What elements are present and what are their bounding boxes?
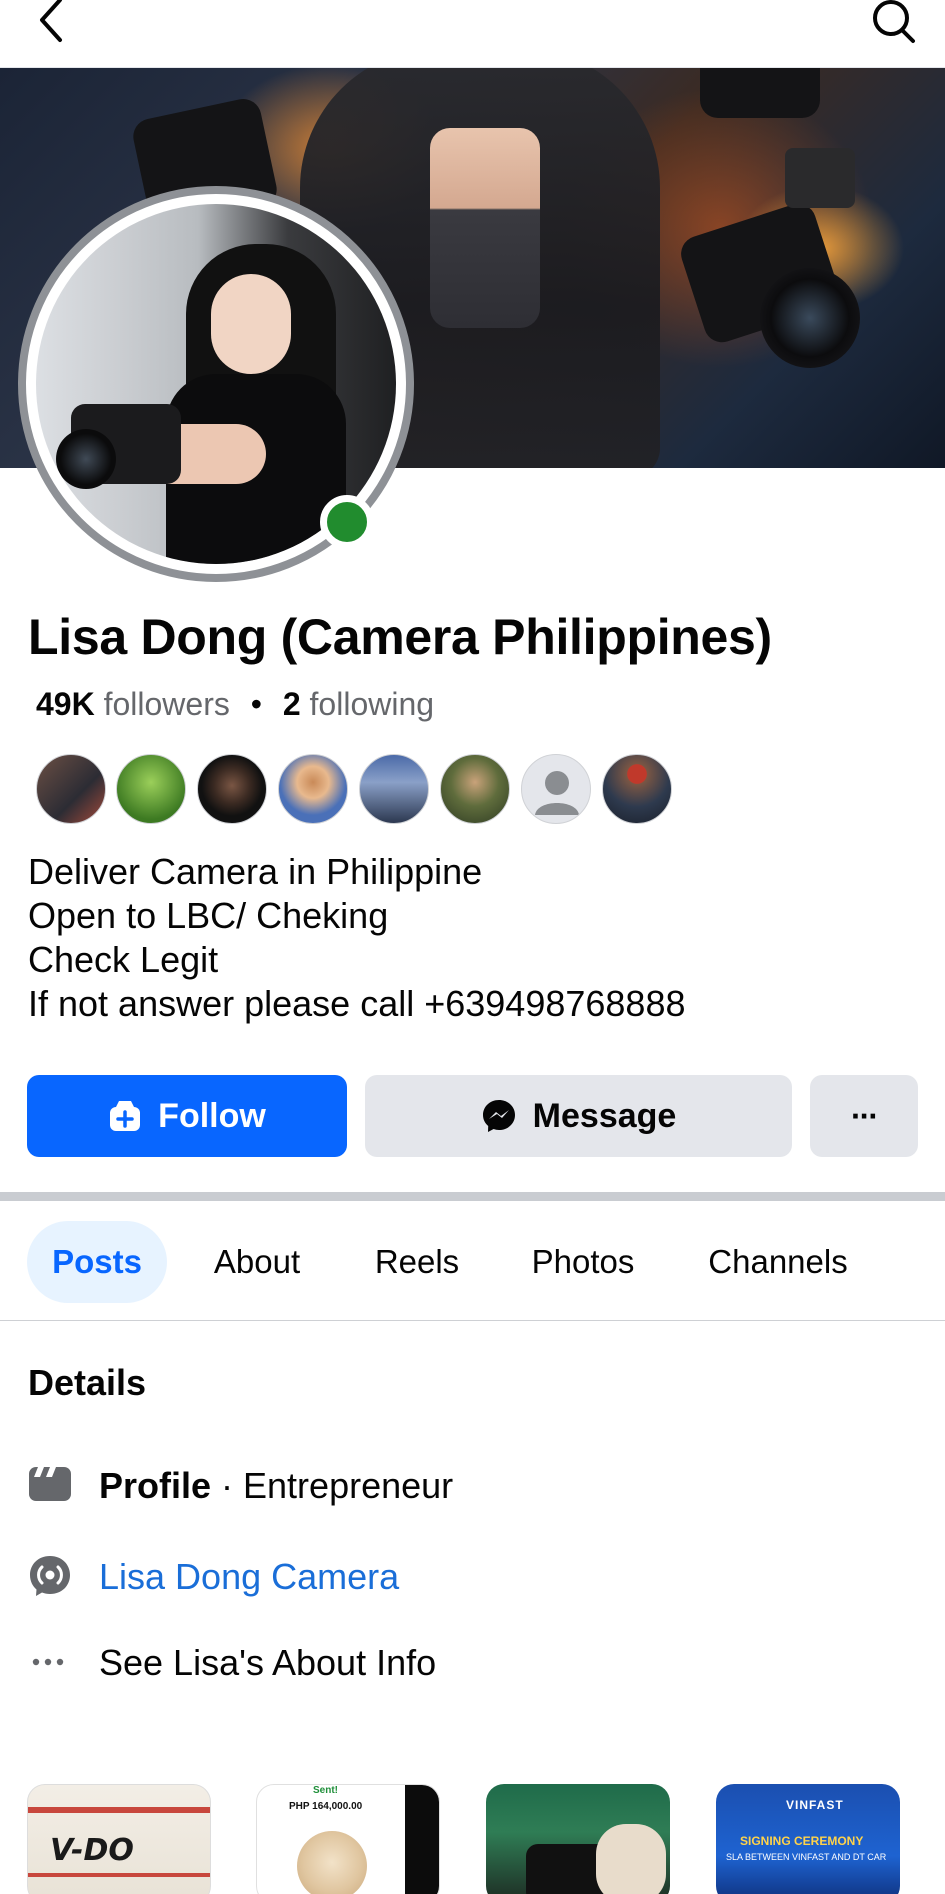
follow-label: Follow	[158, 1096, 266, 1135]
tab-reels[interactable]: Reels	[355, 1221, 479, 1303]
photo-brand: VINFAST	[786, 1798, 844, 1812]
more-options-button[interactable]: ···	[810, 1075, 918, 1157]
profile-type-label: Profile	[99, 1465, 212, 1506]
tab-about[interactable]: About	[195, 1221, 319, 1303]
photo-thumbnail[interactable]: Sent! PHP 164,000.00	[256, 1784, 440, 1894]
photo-subtitle: SLA BETWEEN VINFAST AND DT CAR	[726, 1852, 887, 1862]
photo-stripe	[28, 1873, 210, 1877]
tab-channels[interactable]: Channels	[694, 1221, 862, 1303]
message-button[interactable]: Message	[365, 1075, 792, 1157]
photo-headline: SIGNING CEREMONY	[740, 1834, 864, 1848]
profile-name: Lisa Dong (Camera Philippines)	[28, 609, 772, 665]
friend-avatar[interactable]	[602, 754, 672, 824]
follow-button[interactable]: Follow	[27, 1075, 347, 1157]
messenger-icon	[482, 1100, 515, 1132]
photo-thumbnail[interactable]: VINFAST SIGNING CEREMONY SLA BETWEEN VIN…	[716, 1784, 900, 1894]
friend-avatar[interactable]	[359, 754, 429, 824]
cover-camera-top	[700, 68, 820, 118]
friend-avatar[interactable]	[197, 754, 267, 824]
tab-label: Photos	[531, 1243, 635, 1280]
photo-person-shape	[596, 1824, 666, 1894]
following-count: 2	[282, 686, 301, 722]
profile-tabs: Posts About Reels Photos Channels	[0, 1201, 945, 1321]
friend-avatar[interactable]	[116, 754, 186, 824]
details-heading: Details	[28, 1362, 147, 1403]
photo-sent-title: Sent!	[313, 1785, 338, 1796]
follow-icon	[110, 1101, 141, 1131]
bio-line: Open to LBC/ Cheking	[28, 895, 389, 936]
detail-profile-category: Profile · Entrepreneur	[0, 1451, 945, 1521]
default-user-icon	[535, 771, 579, 815]
back-button[interactable]	[30, 0, 74, 44]
photo-thumbnail[interactable]	[486, 1784, 670, 1894]
friend-avatar[interactable]	[440, 754, 510, 824]
bio-line: Check Legit	[28, 939, 219, 980]
page-flag-icon	[29, 1467, 71, 1501]
followers-count: 49K	[36, 686, 95, 722]
detail-about-info[interactable]: See Lisa's About Info	[0, 1628, 945, 1698]
follow-counts[interactable]: 49K followers • 2 following	[36, 686, 434, 723]
cover-torso	[430, 128, 540, 328]
photo-stripe	[28, 1807, 210, 1813]
friend-avatar[interactable]	[278, 754, 348, 824]
photo-dark-edge	[405, 1785, 439, 1894]
bio-line: Deliver Camera in Philippine	[28, 851, 483, 892]
photo-thumbnail[interactable]: V-DO	[27, 1784, 211, 1894]
tab-posts[interactable]: Posts	[27, 1221, 167, 1303]
section-divider	[0, 1192, 945, 1201]
broadcast-channel-icon	[30, 1556, 70, 1596]
channel-link[interactable]: Lisa Dong Camera	[99, 1556, 399, 1598]
bio-line: If not answer please call +639498768888	[28, 983, 686, 1024]
cover-flash	[785, 148, 855, 208]
photo-kitten	[297, 1831, 367, 1894]
avatar-camera-lens	[56, 429, 116, 489]
photo-amount: PHP 164,000.00	[289, 1801, 363, 1812]
more-dots-icon	[32, 1658, 64, 1666]
avatar-face	[211, 274, 291, 374]
tab-label: Posts	[52, 1243, 142, 1280]
search-icon	[873, 0, 915, 43]
friend-avatar-default[interactable]	[521, 754, 591, 824]
tab-photos[interactable]: Photos	[512, 1221, 654, 1303]
top-bar	[0, 0, 945, 68]
profile-category: · Entrepreneur	[211, 1465, 454, 1506]
photo-handwriting: V-DO	[50, 1833, 134, 1868]
profile-bio: Deliver Camera in Philippine Open to LBC…	[28, 850, 686, 1026]
search-button[interactable]	[869, 0, 919, 44]
about-info-link[interactable]: See Lisa's About Info	[99, 1642, 436, 1684]
detail-channel[interactable]: Lisa Dong Camera	[0, 1542, 945, 1612]
tab-label: Reels	[374, 1243, 460, 1280]
more-options-icon: ···	[851, 1097, 879, 1134]
counts-separator: •	[250, 686, 262, 722]
tab-label: About	[213, 1243, 301, 1280]
chevron-left-icon	[40, 0, 62, 42]
cover-lens-right	[760, 268, 860, 368]
friend-avatar[interactable]	[36, 754, 106, 824]
followers-label: followers	[103, 686, 230, 722]
following-label: following	[309, 686, 435, 722]
tab-label: Channels	[708, 1243, 848, 1280]
online-status-indicator	[320, 495, 374, 549]
message-label: Message	[532, 1096, 677, 1135]
